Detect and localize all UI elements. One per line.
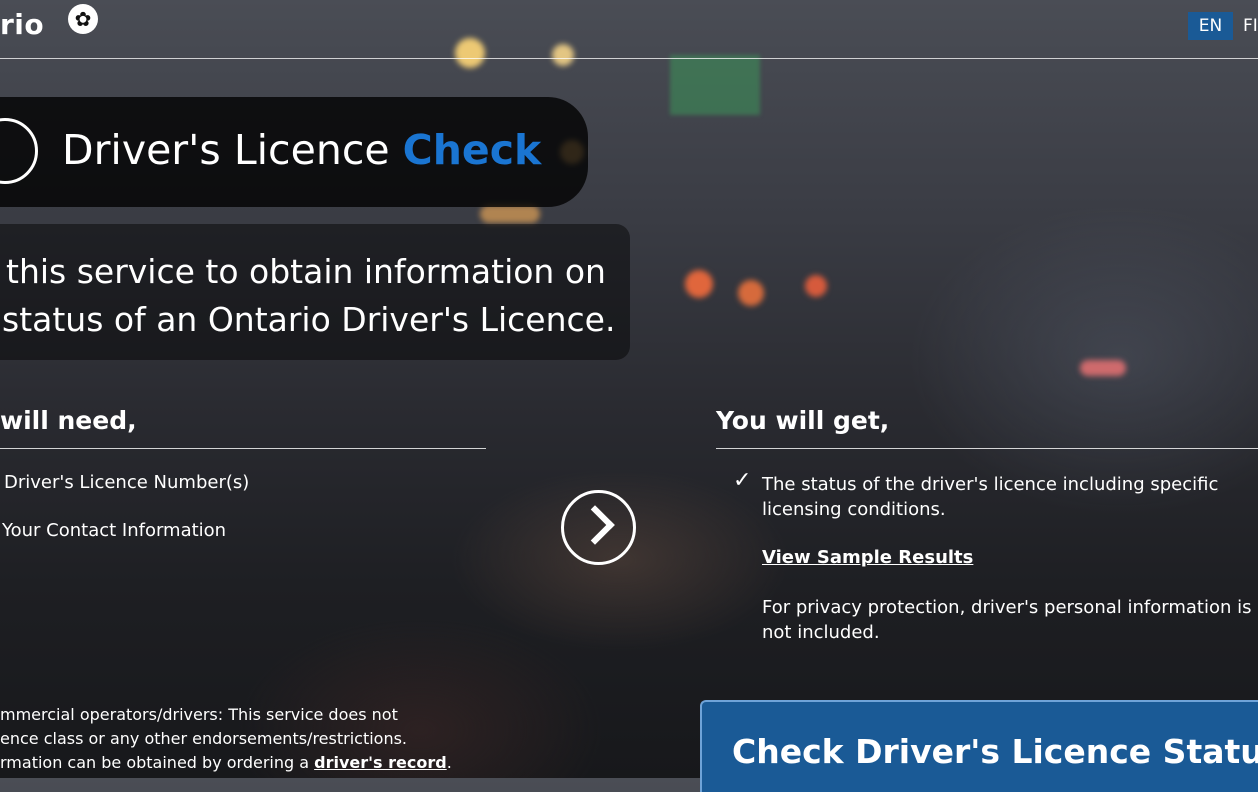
background-light [805, 275, 827, 297]
page-title-main: Driver's Licence [62, 126, 403, 174]
privacy-note: For privacy protection, driver's persona… [762, 597, 1252, 643]
next-arrow-button[interactable] [561, 490, 636, 565]
need-heading: will need, [0, 406, 137, 435]
background-light [480, 205, 540, 223]
page-title-accent: Check [402, 126, 542, 174]
get-item-status: The status of the driver's licence inclu… [762, 474, 1219, 520]
language-en-button[interactable]: EN [1188, 12, 1233, 40]
get-divider [716, 448, 1258, 449]
commercial-note: mmercial operators/drivers: This service… [0, 703, 500, 775]
commercial-note-prefix: rmation can be obtained by ordering a [0, 753, 315, 772]
commercial-note-suffix: . [446, 753, 452, 772]
ontario-logo-text[interactable]: rio [0, 8, 44, 41]
language-fr-button[interactable]: FI [1243, 12, 1258, 40]
trillium-icon[interactable]: ✿ [68, 4, 98, 34]
chevron-right-icon [575, 505, 615, 545]
view-sample-results-link[interactable]: View Sample Results [762, 547, 973, 568]
need-item-contact-info: Your Contact Information [2, 520, 227, 541]
commercial-note-line-3: rmation can be obtained by ordering a dr… [0, 751, 500, 775]
page-title: Driver's Licence Check [62, 126, 541, 174]
background-light [1080, 360, 1126, 376]
site-header: rio ✿ EN FI [0, 0, 1258, 59]
commercial-note-line-2: ence class or any other endorsements/res… [0, 729, 408, 748]
intro-line-1: this service to obtain information on [6, 252, 606, 291]
background-light [738, 280, 764, 306]
checkmark-icon: ✓ [733, 468, 752, 493]
check-status-button-label: Check Driver's Licence Status [732, 732, 1258, 771]
need-divider [0, 448, 486, 449]
background-road-sign [670, 55, 760, 115]
need-item-licence-number: Driver's Licence Number(s) [4, 472, 250, 493]
check-status-button[interactable]: Check Driver's Licence Status [700, 700, 1258, 792]
background-light [685, 270, 713, 298]
drivers-record-link[interactable]: driver's record [314, 753, 447, 772]
intro-box [0, 224, 630, 360]
commercial-note-line-1: mmercial operators/drivers: This service… [0, 705, 398, 724]
get-heading: You will get, [716, 406, 890, 435]
intro-line-2: status of an Ontario Driver's Licence. [2, 300, 616, 339]
